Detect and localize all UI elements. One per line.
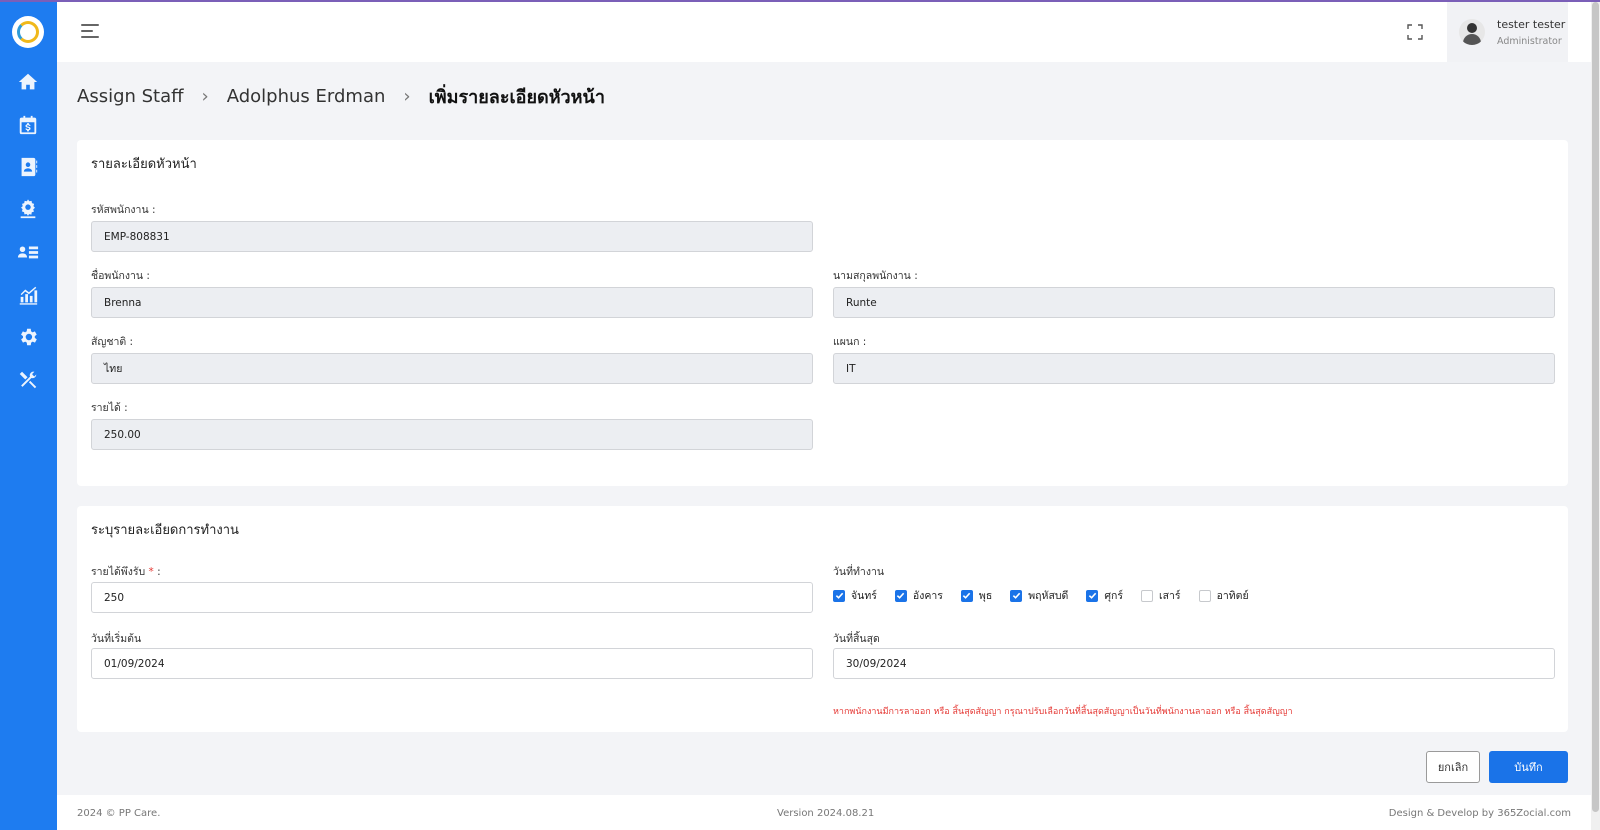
card-title: ระบุรายละเอียดการทำงาน xyxy=(91,523,239,538)
staff-list-icon[interactable] xyxy=(16,240,40,264)
work-day-label: อาทิตย์ xyxy=(1216,590,1249,602)
work-day-checkbox[interactable]: อาทิตย์ xyxy=(1198,587,1249,604)
employee-id-field: EMP-808831 xyxy=(91,221,813,252)
income-label: รายได้ : xyxy=(91,402,128,414)
work-day-label: จันทร์ xyxy=(851,590,877,602)
top-accent-line xyxy=(0,0,1600,2)
work-day-label: พุธ xyxy=(978,590,993,602)
checkbox-checked-icon[interactable] xyxy=(894,589,907,602)
nationality-label: สัญชาติ : xyxy=(91,336,134,348)
work-day-checkbox[interactable]: อังคาร xyxy=(894,587,943,604)
department-field: IT xyxy=(833,353,1555,384)
credit: Design & Develop by 365Zocial.com xyxy=(1388,808,1571,819)
fullscreen-icon[interactable] xyxy=(1407,24,1423,40)
home-icon[interactable] xyxy=(16,70,40,94)
work-day-checkbox[interactable]: เสาร์ xyxy=(1141,587,1181,604)
checkbox-checked-icon[interactable] xyxy=(1010,589,1023,602)
start-date-input[interactable]: 01/09/2024 xyxy=(91,648,813,679)
breadcrumb-assign-staff[interactable]: Assign Staff xyxy=(77,86,184,107)
breadcrumb-staff-name[interactable]: Adolphus Erdman xyxy=(227,86,386,107)
supervisor-detail-card: รายละเอียดหัวหน้า รหัสพนักงาน : EMP-8088… xyxy=(77,140,1568,486)
top-bar: tester tester Administrator xyxy=(57,2,1591,62)
first-name-field: Brenna xyxy=(91,287,813,318)
nationality-field: ไทย xyxy=(91,353,813,384)
cancel-button[interactable]: ยกเลิก xyxy=(1426,751,1480,783)
expected-income-label: รายได้พึงรับ * : xyxy=(91,566,161,578)
end-date-warning: หากพนักงานมีการลาออก หรือ สิ้นสุดสัญญา ก… xyxy=(833,707,1293,717)
work-day-label: อังคาร xyxy=(912,590,943,602)
avatar xyxy=(1459,19,1485,45)
version: Version 2024.08.21 xyxy=(777,808,875,819)
expected-income-input[interactable]: 250 xyxy=(91,582,813,613)
users-gear-icon[interactable] xyxy=(16,197,40,221)
end-date-input[interactable]: 30/09/2024 xyxy=(833,648,1555,679)
chart-icon[interactable] xyxy=(16,283,40,307)
page-scrollbar[interactable] xyxy=(1591,0,1600,830)
checkbox-checked-icon[interactable] xyxy=(1086,589,1099,602)
department-label: แผนก : xyxy=(833,336,867,348)
chevron-right-icon: › xyxy=(403,86,411,107)
page-title: เพิ่มรายละเอียดหัวหน้า xyxy=(428,87,605,108)
app-logo[interactable] xyxy=(12,16,44,48)
copyright: 2024 © PP Care. xyxy=(77,808,161,819)
user-name: tester tester xyxy=(1497,17,1566,31)
tools-icon[interactable] xyxy=(16,368,40,392)
income-field: 250.00 xyxy=(91,419,813,450)
checkbox-unchecked-icon[interactable] xyxy=(1198,589,1211,602)
work-days-checkbox-group: จันทร์ อังคาร พุธ พฤหัสบดี ศุกร์ เสาร์ อาทิตย์ xyxy=(833,587,1267,604)
sidebar xyxy=(0,0,57,830)
work-detail-card: ระบุรายละเอียดการทำงาน รายได้พึงรับ * : … xyxy=(77,506,1568,732)
work-day-label: เสาร์ xyxy=(1159,590,1181,602)
work-days-label: วันที่ทำงาน xyxy=(833,566,885,578)
checkbox-checked-icon[interactable] xyxy=(960,589,973,602)
last-name-field: Runte xyxy=(833,287,1555,318)
contact-book-icon[interactable] xyxy=(16,155,40,179)
checkbox-checked-icon[interactable] xyxy=(833,589,845,602)
user-role: Administrator xyxy=(1497,35,1562,47)
work-day-checkbox[interactable]: พฤหัสบดี xyxy=(1010,587,1068,604)
chevron-right-icon: › xyxy=(201,86,209,107)
work-day-checkbox[interactable]: จันทร์ xyxy=(833,587,877,604)
card-title: รายละเอียดหัวหน้า xyxy=(91,157,197,172)
work-day-label: พฤหัสบดี xyxy=(1028,590,1069,602)
last-name-label: นามสกุลพนักงาน : xyxy=(833,270,918,282)
start-date-label: วันที่เริ่มต้น xyxy=(91,633,142,645)
work-day-checkbox[interactable]: พุธ xyxy=(960,587,993,604)
settings-icon[interactable] xyxy=(16,325,40,349)
end-date-label: วันที่สิ้นสุด xyxy=(833,633,880,645)
user-menu[interactable]: tester tester Administrator xyxy=(1447,2,1568,62)
save-button[interactable]: บันทึก xyxy=(1489,751,1568,783)
work-day-checkbox[interactable]: ศุกร์ xyxy=(1086,587,1123,604)
menu-toggle-icon[interactable] xyxy=(81,24,99,38)
footer: 2024 © PP Care. Version 2024.08.21 Desig… xyxy=(57,795,1591,830)
employee-id-label: รหัสพนักงาน : xyxy=(91,204,156,216)
checkbox-unchecked-icon[interactable] xyxy=(1141,589,1154,602)
work-day-label: ศุกร์ xyxy=(1104,590,1124,602)
breadcrumb: Assign Staff › Adolphus Erdman › เพิ่มรา… xyxy=(77,82,605,111)
calendar-dollar-icon[interactable] xyxy=(16,113,40,137)
first-name-label: ชื่อพนักงาน : xyxy=(91,270,150,282)
